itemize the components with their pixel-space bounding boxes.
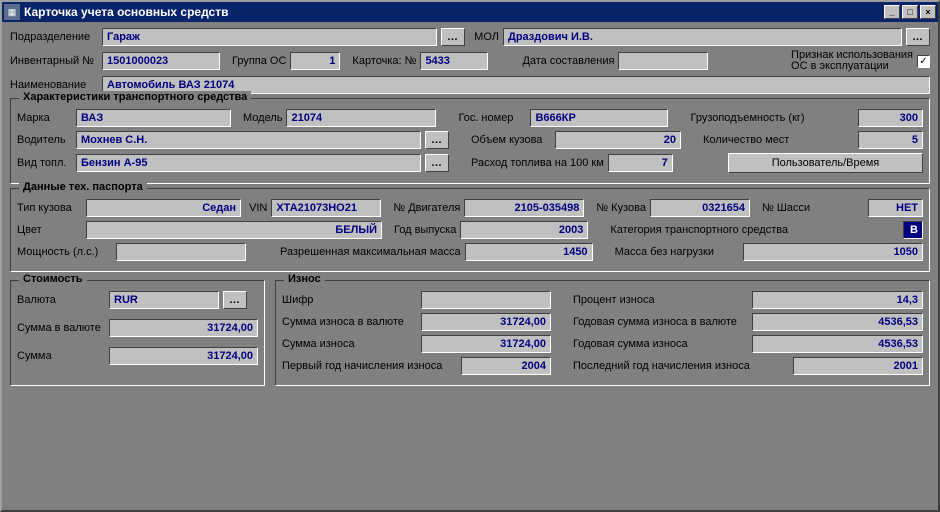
- name-label: Наименование: [10, 79, 98, 91]
- app-window: ▦ Карточка учета основных средств _ □ × …: [0, 0, 940, 512]
- fuel-lookup-button[interactable]: …: [425, 154, 449, 172]
- date-label: Дата составления: [522, 55, 614, 67]
- last-year-label: Последний год начисления износа: [573, 360, 750, 372]
- empty-mass-field[interactable]: 1050: [743, 243, 923, 261]
- driver-label: Водитель: [17, 134, 72, 146]
- consumption-label: Расход топлива на 100 км: [471, 157, 604, 169]
- wear-group: Износ Шифр Процент износа 14,3 Сумма изн…: [275, 280, 930, 386]
- body-no-label: № Кузова: [596, 202, 646, 214]
- body-vol-label: Объем кузова: [471, 134, 551, 146]
- capacity-label: Грузоподъемность (кг): [690, 112, 804, 124]
- seats-field[interactable]: 5: [858, 131, 923, 149]
- engine-label: № Двигателя: [393, 202, 460, 214]
- code-field[interactable]: [421, 291, 551, 309]
- content-area: Подразделение Гараж … МОЛ Драздович И.В.…: [2, 22, 938, 510]
- max-mass-field[interactable]: 1450: [465, 243, 593, 261]
- last-year-field[interactable]: 2001: [793, 357, 923, 375]
- model-field[interactable]: 21074: [286, 109, 436, 127]
- wear-group-title: Износ: [284, 273, 325, 285]
- seats-label: Количество мест: [703, 134, 789, 146]
- sum-label: Сумма: [17, 350, 105, 362]
- maximize-button[interactable]: □: [902, 5, 918, 19]
- subunit-label: Подразделение: [10, 31, 98, 43]
- wear-sum-cur-label: Сумма износа в валюте: [282, 316, 417, 328]
- vehicle-group-title: Характеристики транспортного средства: [19, 91, 251, 103]
- currency-label: Валюта: [17, 294, 105, 306]
- body-no-field[interactable]: 0321654: [650, 199, 750, 217]
- fuel-field[interactable]: Бензин А-95: [76, 154, 421, 172]
- sum-cur-label: Сумма в валюте: [17, 322, 105, 334]
- vehicle-group: Характеристики транспортного средства Ма…: [10, 98, 930, 184]
- yearly-cur-field[interactable]: 4536,53: [752, 313, 923, 331]
- driver-field[interactable]: Мохнев С.Н.: [76, 131, 421, 149]
- color-label: Цвет: [17, 224, 82, 236]
- cost-group-title: Стоимость: [19, 273, 87, 285]
- date-field[interactable]: [618, 52, 708, 70]
- close-button[interactable]: ×: [920, 5, 936, 19]
- yearly-field[interactable]: 4536,53: [752, 335, 923, 353]
- group-field[interactable]: 1: [290, 52, 340, 70]
- reg-field[interactable]: В666КР: [530, 109, 668, 127]
- chassis-label: № Шасси: [762, 202, 810, 214]
- currency-field[interactable]: RUR: [109, 291, 219, 309]
- minimize-button[interactable]: _: [884, 5, 900, 19]
- mol-lookup-button[interactable]: …: [906, 28, 930, 46]
- app-icon: ▦: [4, 4, 20, 20]
- passport-group: Данные тех. паспорта Тип кузова Седан VI…: [10, 188, 930, 272]
- card-label: Карточка: №: [352, 55, 416, 67]
- body-vol-field[interactable]: 20: [555, 131, 681, 149]
- fuel-label: Вид топл.: [17, 157, 72, 169]
- body-type-field[interactable]: Седан: [86, 199, 241, 217]
- cost-group: Стоимость Валюта RUR … Сумма в валюте 31…: [10, 280, 265, 386]
- mol-label: МОЛ: [469, 31, 499, 43]
- reg-label: Гос. номер: [458, 112, 526, 124]
- mol-field[interactable]: Драздович И.В.: [503, 28, 902, 46]
- sum-cur-field[interactable]: 31724,00: [109, 319, 258, 337]
- inv-label: Инвентарный №: [10, 55, 98, 67]
- wear-sum-label: Сумма износа: [282, 338, 417, 350]
- brand-field[interactable]: ВАЗ: [76, 109, 231, 127]
- passport-group-title: Данные тех. паспорта: [19, 181, 147, 193]
- driver-lookup-button[interactable]: …: [425, 131, 449, 149]
- category-label: Категория транспортного средства: [610, 224, 788, 236]
- body-type-label: Тип кузова: [17, 202, 82, 214]
- consumption-field[interactable]: 7: [608, 154, 673, 172]
- vin-field[interactable]: ХТА21073НО21: [271, 199, 381, 217]
- window-title: Карточка учета основных средств: [24, 5, 884, 19]
- engine-field[interactable]: 2105-035498: [464, 199, 584, 217]
- brand-label: Марка: [17, 112, 72, 124]
- yearly-cur-label: Годовая сумма износа в валюте: [573, 316, 748, 328]
- model-label: Модель: [243, 112, 282, 124]
- percent-label: Процент износа: [573, 294, 748, 306]
- code-label: Шифр: [282, 294, 417, 306]
- capacity-field[interactable]: 300: [858, 109, 923, 127]
- subunit-field[interactable]: Гараж: [102, 28, 437, 46]
- wear-sum-cur-field[interactable]: 31724,00: [421, 313, 551, 331]
- sum-field[interactable]: 31724,00: [109, 347, 258, 365]
- category-field[interactable]: B: [903, 221, 923, 239]
- card-field[interactable]: 5433: [420, 52, 488, 70]
- empty-mass-label: Масса без нагрузки: [615, 246, 714, 258]
- titlebar: ▦ Карточка учета основных средств _ □ ×: [2, 2, 938, 22]
- usage-checkbox[interactable]: ✓: [917, 55, 930, 68]
- percent-field[interactable]: 14,3: [752, 291, 923, 309]
- power-field[interactable]: [116, 243, 246, 261]
- vin-label: VIN: [249, 202, 267, 214]
- color-field[interactable]: БЕЛЫЙ: [86, 221, 382, 239]
- year-field[interactable]: 2003: [460, 221, 588, 239]
- subunit-lookup-button[interactable]: …: [441, 28, 465, 46]
- usage-label-2: ОС в эксплуатации: [791, 61, 913, 72]
- user-time-button[interactable]: Пользователь/Время: [728, 153, 923, 173]
- group-label: Группа ОС: [232, 55, 286, 67]
- chassis-field[interactable]: НЕТ: [868, 199, 923, 217]
- first-year-label: Первый год начисления износа: [282, 360, 457, 372]
- max-mass-label: Разрешенная максимальная масса: [280, 246, 461, 258]
- year-label: Год выпуска: [394, 224, 456, 236]
- yearly-label: Годовая сумма износа: [573, 338, 748, 350]
- currency-lookup-button[interactable]: …: [223, 291, 247, 309]
- inv-field[interactable]: 1501000023: [102, 52, 220, 70]
- first-year-field[interactable]: 2004: [461, 357, 551, 375]
- wear-sum-field[interactable]: 31724,00: [421, 335, 551, 353]
- power-label: Мощность (л.с.): [17, 246, 112, 258]
